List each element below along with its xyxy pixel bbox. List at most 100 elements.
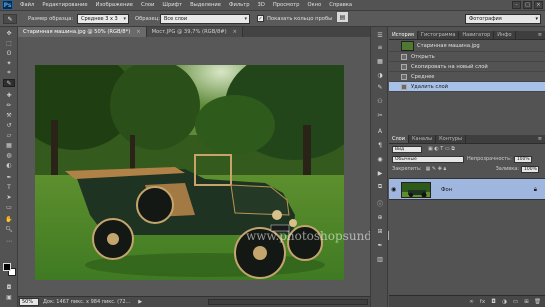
menu-edit[interactable]: Редактирование (38, 2, 91, 8)
blend-mode-select[interactable]: Обычные (392, 155, 464, 163)
marquee-tool-icon[interactable]: ⬚ (3, 39, 15, 47)
brush-presets-icon[interactable]: ✎ (375, 83, 385, 91)
eyedropper-tool-icon[interactable]: ✎ (3, 79, 15, 87)
menu-file[interactable]: Файл (16, 2, 38, 8)
paths-panel-icon[interactable]: ✒ (375, 241, 385, 249)
zoom-tool-icon[interactable]: 🔍︎ (3, 225, 15, 233)
healing-brush-tool-icon[interactable]: ✚ (3, 91, 15, 99)
more-tools-icon[interactable]: ⋯ (3, 237, 15, 245)
tab-bridge[interactable]: Мост.JPG @ 39,7% (RGB/8#) × (146, 27, 244, 37)
status-menu-arrow[interactable]: ▶ (138, 299, 142, 305)
delete-layer-icon[interactable]: 🗑︎ (534, 298, 541, 305)
menu-help[interactable]: Справка (325, 2, 356, 8)
tool-presets-icon[interactable]: ✂ (375, 111, 385, 119)
fill-field[interactable]: 100% (521, 165, 539, 173)
history-brush-tool-icon[interactable]: ↺ (3, 121, 15, 129)
vintage-car-photo[interactable] (35, 65, 344, 280)
dodge-tool-icon[interactable]: ◐ (3, 161, 15, 169)
history-panel-icon[interactable]: ☰ (375, 31, 385, 39)
horizontal-scrollbar[interactable] (208, 299, 368, 305)
adjustments-panel-icon[interactable]: ◑ (375, 71, 385, 79)
close-icon[interactable]: × (136, 27, 140, 37)
layer-comps-icon[interactable]: ⧉ (375, 183, 385, 191)
menu-filter[interactable]: Фильтр (225, 2, 254, 8)
history-step[interactable]: Среднее (389, 72, 545, 82)
layer-style-icon[interactable]: fx (479, 298, 486, 305)
sample-select[interactable]: Все слои ▾ (160, 14, 250, 24)
tab-vintage-car[interactable]: Старинная машина.jpg @ 50% (RGB/8*) × (18, 27, 147, 37)
layer-mask-icon[interactable]: ◘ (490, 298, 497, 305)
document-canvas[interactable]: www.photoshopsunduchok.ru (18, 37, 426, 296)
workspace-select[interactable]: Фотография ▾ (465, 14, 541, 24)
eyedropper-tool-preset[interactable]: ✎ (3, 14, 17, 24)
close-icon[interactable]: × (233, 27, 237, 37)
layer-row-background[interactable]: ◉ Фон 🔒︎ (389, 178, 545, 200)
tab-info[interactable]: Инфо (494, 31, 516, 39)
history-step-selected[interactable]: Удалить слой (389, 82, 545, 92)
hand-tool-icon[interactable]: ✋ (3, 215, 15, 223)
zoom-field[interactable]: 50% (19, 298, 39, 306)
lock-options-icons[interactable]: ▦ ✎ ✥ 🔒︎ (426, 166, 447, 172)
new-group-icon[interactable]: ▭ (512, 298, 519, 305)
history-step[interactable]: Скопировать на новый слой (389, 62, 545, 72)
channels-panel-icon[interactable]: ⊞ (375, 227, 385, 235)
quick-mask-icon[interactable]: ◘ (3, 283, 15, 291)
tab-channels[interactable]: Каналы (409, 135, 437, 143)
minimize-icon[interactable]: – (512, 1, 521, 9)
history-snapshot[interactable]: Старинная машина.jpg (389, 40, 545, 52)
properties-panel-icon[interactable]: ≡ (375, 43, 385, 51)
foreground-color-swatch[interactable] (3, 263, 11, 271)
paragraph-panel-icon[interactable]: ¶ (375, 141, 385, 149)
screen-mode-icon[interactable]: ▣ (3, 293, 15, 301)
tab-paths[interactable]: Контуры (436, 135, 466, 143)
navigator-panel-icon[interactable]: ⊕ (375, 213, 385, 221)
character-panel-icon[interactable]: A (375, 127, 385, 135)
blur-tool-icon[interactable]: ◍ (3, 151, 15, 159)
menu-window[interactable]: Окно (303, 2, 325, 8)
info-panel-icon[interactable]: ⓘ (375, 199, 385, 208)
menu-layers[interactable]: Слои (137, 2, 158, 8)
histogram-panel-icon[interactable]: ▥ (375, 255, 385, 263)
new-layer-icon[interactable]: ⊞ (523, 298, 530, 305)
sample-size-select[interactable]: Среднее 3 x 3 ▾ (77, 14, 129, 24)
crop-tool-icon[interactable]: ⌗ (3, 69, 15, 77)
quick-select-tool-icon[interactable]: ✦ (3, 59, 15, 67)
panel-menu-icon[interactable]: ≡ (535, 135, 545, 143)
close-icon[interactable]: × (534, 1, 543, 9)
tab-layers[interactable]: Слои (389, 135, 409, 143)
adjustment-layer-icon[interactable]: ◑ (501, 298, 508, 305)
brush-tool-icon[interactable]: ✏ (3, 101, 15, 109)
gradient-tool-icon[interactable]: ▦ (3, 141, 15, 149)
tab-navigator[interactable]: Навигатор (459, 31, 495, 39)
tab-histogram[interactable]: Гистограмма (418, 31, 460, 39)
panel-menu-icon[interactable]: ≡ (535, 31, 545, 39)
styles-panel-icon[interactable]: ◉ (375, 155, 385, 163)
tab-history[interactable]: История (389, 31, 418, 39)
eye-icon[interactable]: ◉ (391, 186, 398, 193)
lasso-tool-icon[interactable]: ʘ (3, 49, 15, 57)
menu-select[interactable]: Выделение (186, 2, 225, 8)
swatches-panel-icon[interactable]: ▦ (375, 57, 385, 65)
pen-tool-icon[interactable]: ✒ (3, 173, 15, 181)
shape-tool-icon[interactable]: ▭ (3, 203, 15, 211)
menu-3d[interactable]: 3D (254, 2, 269, 8)
clone-source-icon[interactable]: ⚇ (375, 97, 385, 105)
layer-kind-filter[interactable]: Вид (392, 145, 422, 153)
menu-image[interactable]: Изображение (92, 2, 137, 8)
path-select-tool-icon[interactable]: ➤ (3, 193, 15, 201)
link-layers-icon[interactable]: ∞ (468, 298, 475, 305)
filter-icons[interactable]: ▣ ◐ T ▭ ⧉ (428, 146, 455, 152)
clone-stamp-tool-icon[interactable]: ⚒ (3, 111, 15, 119)
eraser-tool-icon[interactable]: ▱ (3, 131, 15, 139)
workspace-switcher-icon[interactable]: ▤ (336, 11, 349, 23)
move-tool-icon[interactable]: ✥ (3, 29, 15, 37)
actions-panel-icon[interactable]: ▶ (375, 169, 385, 177)
opacity-field[interactable]: 100% (513, 155, 532, 163)
history-step-label: Среднее (411, 74, 435, 80)
maximize-icon[interactable]: □ (523, 1, 532, 9)
history-step[interactable]: Открыть (389, 52, 545, 62)
menu-type[interactable]: Шрифт (158, 2, 186, 8)
show-ring-checkbox[interactable]: ✓ (257, 15, 264, 22)
type-tool-icon[interactable]: T (3, 183, 15, 191)
menu-view[interactable]: Просмотр (269, 2, 304, 8)
